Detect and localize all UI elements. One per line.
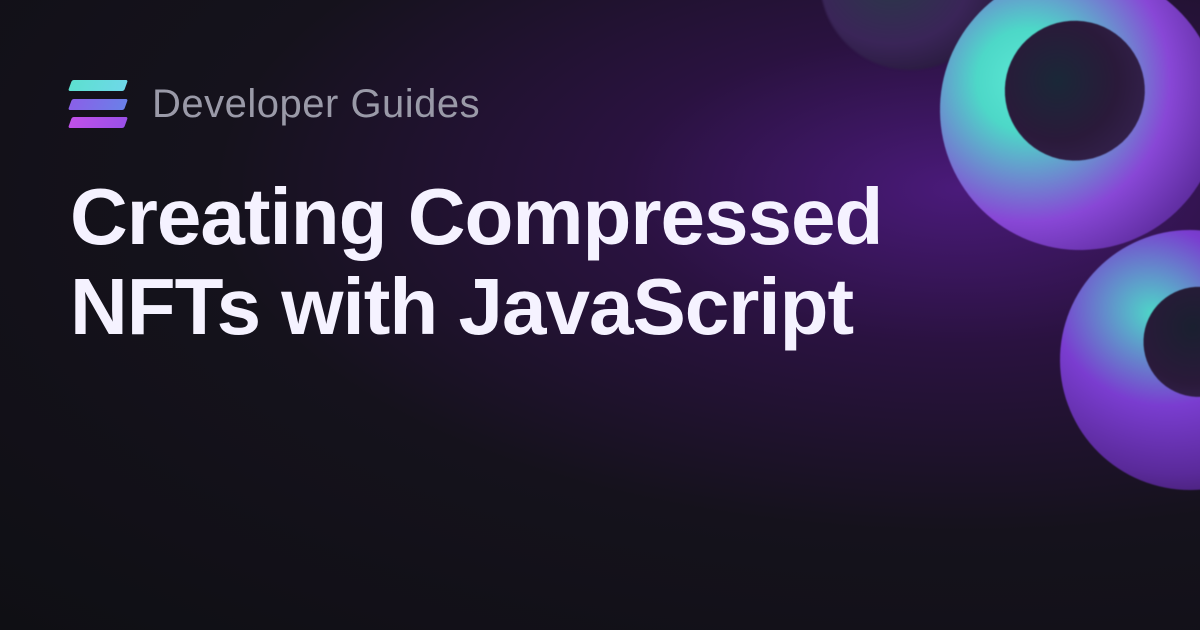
category-label: Developer Guides <box>152 82 480 127</box>
page-title: Creating Compressed NFTs with JavaScript <box>70 172 1070 351</box>
solana-logo-icon <box>70 80 126 128</box>
logo-bar <box>68 117 128 128</box>
content-area: Developer Guides Creating Compressed NFT… <box>0 0 1200 431</box>
logo-bar <box>68 99 128 110</box>
logo-bar <box>68 80 128 91</box>
header: Developer Guides <box>70 80 1130 128</box>
